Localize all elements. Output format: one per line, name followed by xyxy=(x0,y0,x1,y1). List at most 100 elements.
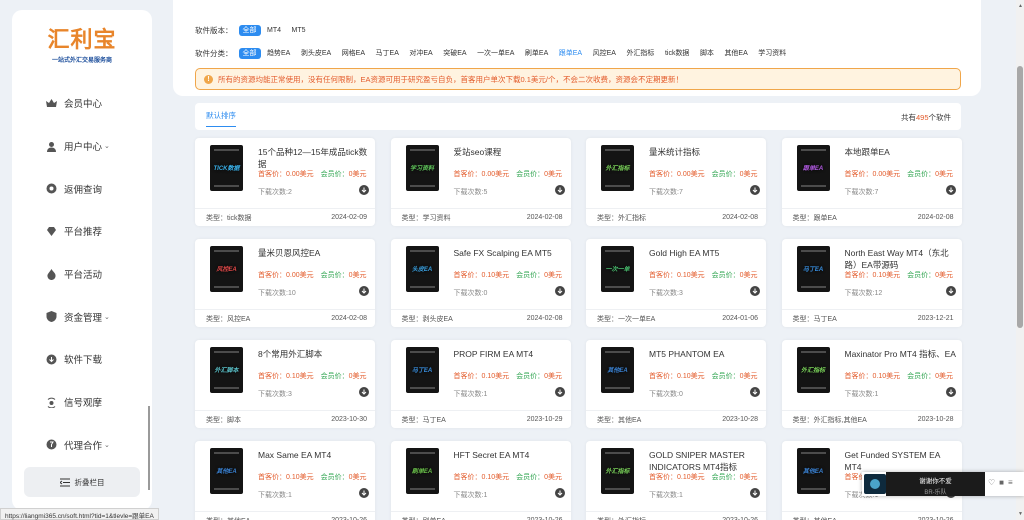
software-thumbnail[interactable]: 马丁EA xyxy=(405,347,439,393)
software-title[interactable]: 8个常用外汇脚本 xyxy=(258,348,371,360)
logo[interactable]: 汇利宝 一站式外汇交易服务商 xyxy=(12,10,152,72)
download-icon[interactable] xyxy=(554,185,565,195)
software-thumbnail[interactable]: 外汇脚本 xyxy=(210,347,243,393)
scroll-down-icon[interactable]: ▼ xyxy=(1018,511,1023,517)
category-option-0[interactable]: 全部 xyxy=(238,48,261,59)
download-icon[interactable] xyxy=(359,185,369,195)
download-icon[interactable] xyxy=(359,488,369,498)
heart-icon[interactable]: ♡ xyxy=(988,478,995,487)
category-option-3[interactable]: 网格EA xyxy=(338,48,369,59)
software-card[interactable]: 外汇指标 Maxinator Pro MT4 指标、EA 首客价：0.10美元 会员… xyxy=(781,340,962,428)
software-thumbnail[interactable]: 其他EA xyxy=(796,448,830,494)
download-icon[interactable] xyxy=(359,387,369,397)
download-icon[interactable] xyxy=(945,286,956,296)
category-option-13[interactable]: 脚本 xyxy=(696,48,718,59)
download-icon[interactable] xyxy=(359,286,369,296)
category-option-4[interactable]: 马丁EA xyxy=(372,48,403,59)
download-icon[interactable] xyxy=(750,387,760,397)
category-option-1[interactable]: 趋势EA xyxy=(263,48,294,59)
software-thumbnail[interactable]: 头皮EA xyxy=(405,246,439,292)
software-thumbnail[interactable]: 刷单EA xyxy=(405,448,439,494)
sidebar-item-8[interactable]: 代理合作 ⌄ xyxy=(12,424,152,467)
sidebar-item-4[interactable]: 平台活动 xyxy=(12,253,152,296)
software-title[interactable]: 量米统计指标 xyxy=(649,146,762,158)
sidebar-item-3[interactable]: 平台推荐 xyxy=(12,210,152,253)
software-title[interactable]: 量米贝恩风控EA xyxy=(258,247,371,259)
software-title[interactable]: 爱站seo课程 xyxy=(454,146,567,158)
category-option-7[interactable]: 一次一单EA xyxy=(473,48,518,59)
software-card[interactable]: 外汇指标 GOLD SNIPER MASTER INDICATORS MT4指标首… xyxy=(586,441,766,520)
software-title[interactable]: Get Funded SYSTEM EA MT4 xyxy=(845,449,958,473)
version-option-0[interactable]: 全部 xyxy=(238,25,261,36)
software-thumbnail[interactable]: 马丁EA xyxy=(796,246,830,292)
software-card[interactable]: 外汇脚本 8个常用外汇脚本 首客价：0.10美元 会员价：0美元 下载次数:3 类型：脚… xyxy=(195,340,375,428)
menu-icon[interactable]: ≡ xyxy=(1008,478,1013,487)
software-thumbnail[interactable]: 风控EA xyxy=(210,246,243,292)
software-card[interactable]: 一次一单 Gold High EA MT5 首客价：0.10美元 会员价：0美元 下载… xyxy=(586,239,766,327)
software-thumbnail[interactable]: 跟单EA xyxy=(796,145,830,191)
software-thumbnail[interactable]: TICK数据 xyxy=(210,145,243,191)
software-thumbnail[interactable]: 其他EA xyxy=(601,347,634,393)
music-player[interactable]: 谢谢你不爱 BR-乐队 ♡ ■ ≡ xyxy=(862,472,1024,496)
category-option-14[interactable]: 其他EA xyxy=(720,48,751,59)
category-option-6[interactable]: 突破EA xyxy=(439,48,470,59)
download-icon[interactable] xyxy=(750,488,760,498)
software-title[interactable]: Max Same EA MT4 xyxy=(258,449,371,461)
software-title[interactable]: Maxinator Pro MT4 指标、EA xyxy=(845,348,958,360)
category-option-8[interactable]: 刷单EA xyxy=(521,48,552,59)
category-option-2[interactable]: 剥头皮EA xyxy=(297,48,335,59)
tab-default-sort[interactable]: 默认排序 xyxy=(206,110,236,127)
software-card[interactable]: 风控EA 量米贝恩风控EA 首客价：0.00美元 会员价：0美元 下载次数:10 类型：… xyxy=(195,239,375,327)
software-thumbnail[interactable]: 其他EA xyxy=(210,448,243,494)
sidebar-item-2[interactable]: 返佣查询 xyxy=(12,167,152,210)
software-thumbnail[interactable]: 一次一单 xyxy=(601,246,634,292)
version-option-2[interactable]: MT5 xyxy=(288,25,310,36)
download-icon[interactable] xyxy=(750,185,760,195)
download-icon[interactable] xyxy=(945,185,956,195)
download-icon[interactable] xyxy=(554,488,565,498)
download-icon[interactable] xyxy=(750,286,760,296)
software-card[interactable]: 头皮EA Safe FX Scalping EA MT5 首客价：0.10美元 会员… xyxy=(390,239,571,327)
category-option-12[interactable]: tick数据 xyxy=(661,48,694,59)
software-card[interactable]: TICK数据 15个品种12—15年成品tick数据 首客价：0.00美元 会员价：… xyxy=(195,138,375,226)
software-title[interactable]: PROP FIRM EA MT4 xyxy=(454,348,567,360)
software-card[interactable]: 马丁EA PROP FIRM EA MT4 首客价：0.10美元 会员价：0美元 下载… xyxy=(390,340,571,428)
collapse-sidebar-button[interactable]: 折叠栏目 xyxy=(24,467,140,497)
sidebar-item-1[interactable]: 用户中心 ⌄ xyxy=(12,125,152,168)
sidebar-item-7[interactable]: 信号观摩 xyxy=(12,381,152,424)
software-title[interactable]: MT5 PHANTOM EA xyxy=(649,348,762,360)
software-title[interactable]: Safe FX Scalping EA MT5 xyxy=(454,247,567,259)
software-card[interactable]: 学习资料 爱站seo课程 首客价：0.00美元 会员价：0美元 下载次数:5 类型：学习… xyxy=(390,138,571,226)
delete-icon[interactable]: ■ xyxy=(999,478,1004,487)
software-title[interactable]: HFT Secret EA MT4 xyxy=(454,449,567,461)
software-title[interactable]: North East Way MT4（东北路）EA带源码 xyxy=(845,247,958,271)
download-icon[interactable] xyxy=(554,286,565,296)
scrollbar-thumb[interactable] xyxy=(1017,66,1023,328)
sidebar-item-6[interactable]: 软件下载 xyxy=(12,338,152,381)
scroll-up-icon[interactable]: ▲ xyxy=(1018,3,1023,9)
software-card[interactable]: 跟单EA 本地跟单EA 首客价：0.00美元 会员价：0美元 下载次数:7 类型：跟单E… xyxy=(781,138,962,226)
software-thumbnail[interactable]: 学习资料 xyxy=(405,145,439,191)
software-title[interactable]: 本地跟单EA xyxy=(845,146,958,158)
software-card[interactable]: 外汇指标 量米统计指标 首客价：0.00美元 会员价：0美元 下载次数:7 类型：外汇指… xyxy=(586,138,766,226)
version-option-1[interactable]: MT4 xyxy=(263,25,285,36)
software-card[interactable]: 马丁EA North East Way MT4（东北路）EA带源码 首客价：0.10… xyxy=(781,239,962,327)
software-card[interactable]: 刷单EA HFT Secret EA MT4 首客价：0.10美元 会员价：0美元下… xyxy=(390,441,571,520)
sidebar-item-5[interactable]: 资金管理 ⌄ xyxy=(12,295,152,338)
software-thumbnail[interactable]: 外汇指标 xyxy=(796,347,830,393)
software-card[interactable]: 其他EA Max Same EA MT4 首客价：0.10美元 会员价：0美元 下载次… xyxy=(195,441,375,520)
sidebar-scrollbar[interactable] xyxy=(148,406,150,490)
software-thumbnail[interactable]: 外汇指标 xyxy=(601,145,634,191)
download-icon[interactable] xyxy=(554,387,565,397)
software-card[interactable]: 其他EA MT5 PHANTOM EA 首客价：0.10美元 会员价：0美元 下载次数… xyxy=(586,340,766,428)
software-title[interactable]: 15个品种12—15年成品tick数据 xyxy=(258,146,371,170)
category-option-5[interactable]: 对冲EA xyxy=(405,48,436,59)
software-thumbnail[interactable]: 外汇指标 xyxy=(601,448,634,494)
category-option-9[interactable]: 跟单EA xyxy=(555,48,586,59)
category-option-15[interactable]: 学习资料 xyxy=(754,48,790,59)
software-title[interactable]: Gold High EA MT5 xyxy=(649,247,762,259)
category-option-11[interactable]: 外汇指标 xyxy=(622,48,658,59)
download-icon[interactable] xyxy=(945,387,956,397)
software-title[interactable]: GOLD SNIPER MASTER INDICATORS MT4指标 xyxy=(649,449,762,473)
category-option-10[interactable]: 风控EA xyxy=(589,48,620,59)
